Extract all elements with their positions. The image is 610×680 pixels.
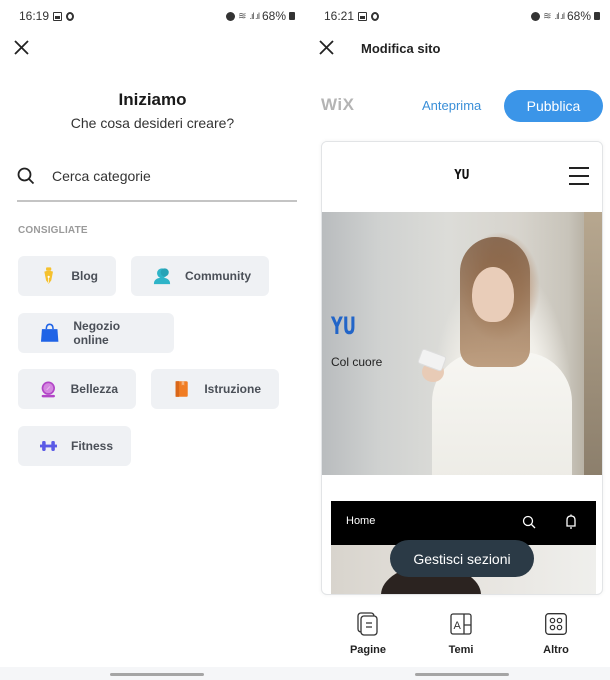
wifi-icon: ≋ — [238, 10, 247, 22]
search-icon[interactable] — [522, 515, 536, 529]
search-icon — [17, 167, 35, 185]
tab-label: Altro — [543, 644, 569, 656]
site-nav-bar[interactable]: Home — [331, 501, 596, 545]
home-indicator[interactable] — [415, 673, 509, 676]
category-community[interactable]: Community — [131, 256, 269, 296]
battery-icon — [289, 12, 295, 20]
alarm-icon — [226, 11, 236, 21]
hero-title: YU — [331, 312, 356, 340]
site-logo: YU — [454, 168, 470, 183]
hero-image-face — [472, 267, 514, 322]
gallery-notification-icon — [53, 11, 63, 21]
svg-text:A: A — [454, 620, 462, 632]
pages-icon — [357, 612, 378, 636]
hero-subtitle: Col cuore — [331, 355, 383, 369]
category-beauty[interactable]: Bellezza — [18, 369, 136, 409]
status-bar: 16:21 ≋ .ıl .ıl 68% — [305, 0, 610, 30]
bell-icon[interactable] — [564, 514, 578, 530]
page-title: Iniziamo — [118, 90, 187, 109]
navigation-bar — [0, 667, 305, 680]
manage-sections-button[interactable]: Gestisci sezioni — [390, 540, 534, 577]
publish-button[interactable]: Pubblica — [504, 90, 603, 122]
tab-label: Temi — [448, 644, 474, 656]
page-subtitle: Che cosa desideri creare? — [70, 115, 235, 131]
status-time: 16:21 — [324, 9, 355, 23]
category-education[interactable]: Istruzione — [151, 369, 279, 409]
category-picker-screen: 16:19 ≋ .ıl .ıl 68% Iniziamo Che cosa de… — [0, 0, 305, 680]
battery-icon — [594, 12, 600, 20]
editor-title: Modifica sito — [361, 41, 441, 56]
navigation-bar — [305, 667, 610, 680]
site-preview-card[interactable]: YU YU Col cuore Home — [321, 141, 603, 595]
tab-more[interactable]: Altro — [526, 612, 586, 656]
category-label: Istruzione — [204, 382, 261, 396]
wix-logo: WiX — [321, 95, 355, 114]
close-icon — [319, 40, 334, 55]
hero-image-person — [432, 352, 572, 475]
book-icon — [175, 381, 188, 397]
close-button[interactable] — [317, 38, 337, 58]
mirror-icon — [41, 381, 55, 398]
pen-nib-icon — [44, 267, 53, 284]
signal-icon: .ıl .ıl — [554, 11, 564, 21]
tab-label: Pagine — [349, 644, 387, 656]
category-label: Fitness — [70, 439, 113, 453]
category-fitness[interactable]: Fitness — [18, 426, 131, 466]
nav-home-link[interactable]: Home — [346, 515, 375, 527]
shopping-bag-icon — [40, 323, 59, 342]
site-header[interactable]: YU — [322, 142, 602, 212]
grid-icon — [545, 613, 567, 635]
alarm-icon — [531, 11, 541, 21]
battery-percent: 68% — [566, 9, 591, 23]
search-field[interactable] — [17, 160, 297, 202]
status-time: 16:19 — [19, 9, 50, 23]
home-indicator[interactable] — [110, 673, 204, 676]
tab-pages[interactable]: Pagine — [338, 612, 398, 656]
hero-image-background — [584, 212, 602, 475]
dumbbell-icon — [40, 441, 57, 451]
signal-icon: .ıl .ıl — [249, 11, 259, 21]
gallery-notification-icon — [358, 11, 368, 21]
battery-percent: 68% — [261, 9, 286, 23]
tab-themes[interactable]: A Temi — [431, 612, 491, 656]
hamburger-menu-icon[interactable] — [569, 167, 589, 185]
wifi-icon: ≋ — [543, 10, 552, 22]
editor-bottom-toolbar: Pagine A Temi Altro — [305, 600, 610, 667]
close-icon — [14, 40, 29, 55]
drop-notification-icon — [371, 11, 380, 21]
category-label: Blog — [71, 269, 98, 283]
search-input[interactable] — [52, 168, 297, 184]
hero-section[interactable]: YU Col cuore — [322, 212, 602, 475]
people-icon — [153, 268, 171, 285]
category-label: Bellezza — [70, 382, 118, 396]
category-label: Community — [185, 269, 251, 283]
preview-button[interactable]: Anteprima — [422, 98, 481, 113]
category-blog[interactable]: Blog — [18, 256, 116, 296]
drop-notification-icon — [66, 11, 75, 21]
status-bar: 16:19 ≋ .ıl .ıl 68% — [0, 0, 305, 30]
close-button[interactable] — [12, 38, 32, 58]
site-editor-screen: 16:21 ≋ .ıl .ıl 68% Modifica sito WiX An… — [305, 0, 610, 680]
category-online-store[interactable]: Negozio online — [18, 313, 174, 353]
category-label: Negozio online — [73, 319, 121, 347]
section-label: CONSIGLIATE — [18, 225, 88, 236]
themes-icon: A — [450, 613, 472, 635]
